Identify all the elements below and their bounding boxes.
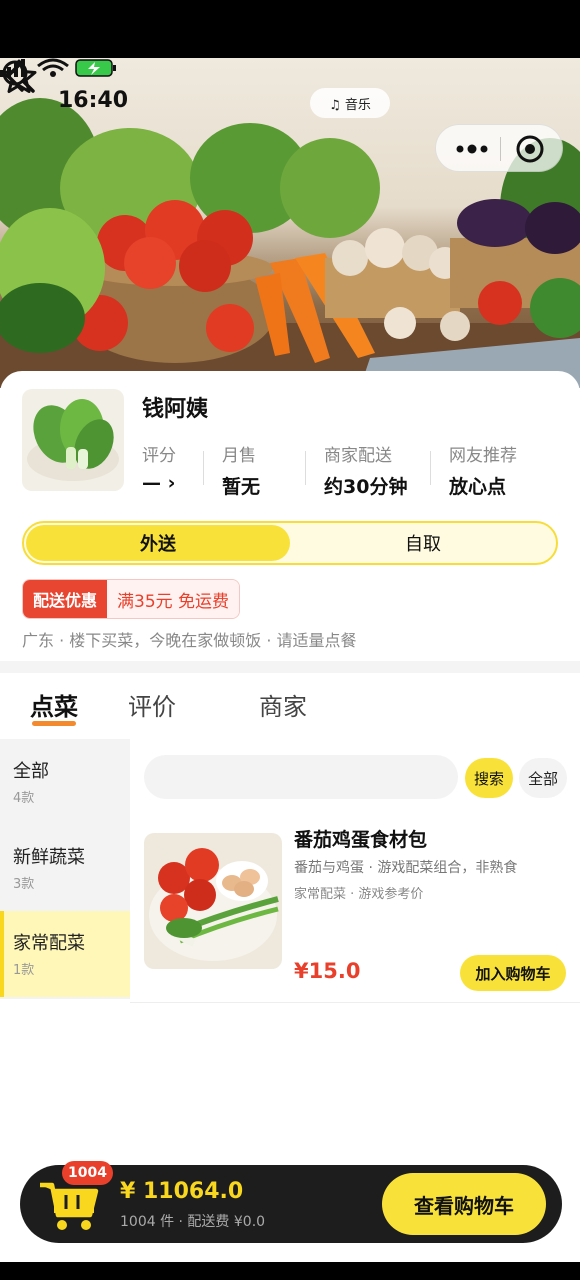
battery-icon	[75, 59, 116, 77]
stat-delivery: 商家配送 约30分钟	[324, 441, 407, 499]
product-description: 番茄与鸡蛋 · 游戏配菜组合，非熟食	[294, 860, 518, 876]
active-category-indicator	[0, 911, 4, 997]
product-card[interactable]: 番茄鸡蛋食材包 番茄与鸡蛋 · 游戏配菜组合，非熟食 家常配菜 · 游戏参考价 …	[130, 813, 580, 1003]
more-dots-icon[interactable]	[454, 139, 490, 159]
stat-value: 约30分钟	[324, 476, 408, 498]
product-tags: 家常配菜 · 游戏参考价	[294, 887, 424, 902]
stat-label: 评分	[142, 446, 176, 466]
status-time: 16:40	[58, 88, 129, 113]
delivery-mode-toggle: 外送 自取	[22, 521, 558, 565]
promo-badge: 配送优惠 满35元 免运费	[22, 579, 241, 619]
category-all[interactable]: 全部 4款	[0, 739, 130, 825]
delivery-option[interactable]: 外送	[26, 525, 290, 561]
wifi-icon	[37, 58, 69, 77]
all-button[interactable]: 全部	[519, 758, 567, 798]
shop-notice: 广东 · 楼下买菜，今晚在家做顿饭 · 请适量点餐	[22, 631, 357, 650]
favorite-star-icon[interactable]	[0, 58, 38, 96]
app-screen: 16:40 ♫ 音乐 钱阿姨 评分 — › 月售 暂无 商家配送 约30分钟 网…	[0, 58, 580, 1262]
tab-bar: 点菜 评价 商家	[0, 673, 580, 739]
category-count: 1款	[13, 963, 35, 978]
category-name: 新鲜蔬菜	[13, 847, 85, 868]
section-divider	[0, 661, 580, 673]
stat-label: 网友推荐	[449, 446, 517, 466]
stat-monthly-sales: 月售 暂无	[222, 441, 260, 499]
stat-divider	[430, 451, 431, 485]
tab-reviews[interactable]: 评价	[128, 687, 176, 722]
category-count: 4款	[13, 791, 35, 806]
cart-count-badge: 1004	[62, 1161, 113, 1185]
tab-merchant[interactable]: 商家	[259, 687, 307, 722]
category-name: 全部	[13, 761, 49, 782]
product-image	[144, 833, 282, 969]
close-miniprogram-icon[interactable]	[514, 133, 546, 165]
stat-value: 暂无	[222, 476, 261, 498]
shop-info-card: 钱阿姨 评分 — › 月售 暂无 商家配送 约30分钟 网友推荐 放心点 外送 …	[0, 371, 580, 661]
stat-divider	[203, 451, 204, 485]
tab-order[interactable]: 点菜	[30, 687, 78, 722]
cart-subtitle: 1004 件 · 配送费 ¥0.0	[120, 1214, 266, 1230]
stat-value: 放心点	[449, 476, 507, 498]
category-sidebar: 全部 4款 新鲜蔬菜 3款 家常配菜 1款	[0, 739, 130, 999]
music-pill[interactable]: ♫ 音乐	[310, 88, 390, 118]
active-tab-indicator	[32, 721, 76, 726]
stat-value: — ›	[142, 472, 176, 494]
capsule-divider	[500, 137, 501, 161]
category-home-sides[interactable]: 家常配菜 1款	[0, 911, 130, 997]
category-fresh-vegetables[interactable]: 新鲜蔬菜 3款	[0, 825, 130, 911]
stat-divider	[305, 451, 306, 485]
stat-label: 商家配送	[324, 446, 392, 466]
product-price: ¥15.0	[294, 959, 361, 983]
cart-total: ¥ 11064.0	[120, 1179, 244, 1204]
search-button[interactable]: 搜索	[465, 758, 513, 798]
category-name: 家常配菜	[13, 933, 85, 954]
cart-bar[interactable]: 1004 ¥ 11064.0 1004 件 · 配送费 ¥0.0 查看购物车	[20, 1161, 562, 1243]
stat-rating[interactable]: 评分 — ›	[142, 441, 176, 494]
product-search-input[interactable]	[144, 755, 458, 799]
category-count: 3款	[13, 877, 35, 892]
product-title: 番茄鸡蛋食材包	[294, 829, 428, 851]
add-to-cart-button[interactable]: 加入购物车	[460, 955, 566, 991]
promo-text: 满35元 免运费	[107, 580, 240, 618]
system-bottom-bar	[0, 1262, 580, 1280]
shop-name: 钱阿姨	[142, 397, 209, 422]
stat-label: 月售	[222, 446, 256, 466]
hero-banner-image: 16:40 ♫ 音乐	[0, 58, 580, 388]
pickup-option[interactable]: 自取	[290, 525, 556, 561]
system-top-bar	[0, 0, 580, 58]
shop-logo	[22, 389, 124, 491]
view-cart-button[interactable]: 查看购物车	[382, 1173, 546, 1235]
miniprogram-capsule	[435, 124, 563, 172]
promo-tag: 配送优惠	[23, 580, 108, 618]
stat-recommend: 网友推荐 放心点	[449, 441, 517, 499]
